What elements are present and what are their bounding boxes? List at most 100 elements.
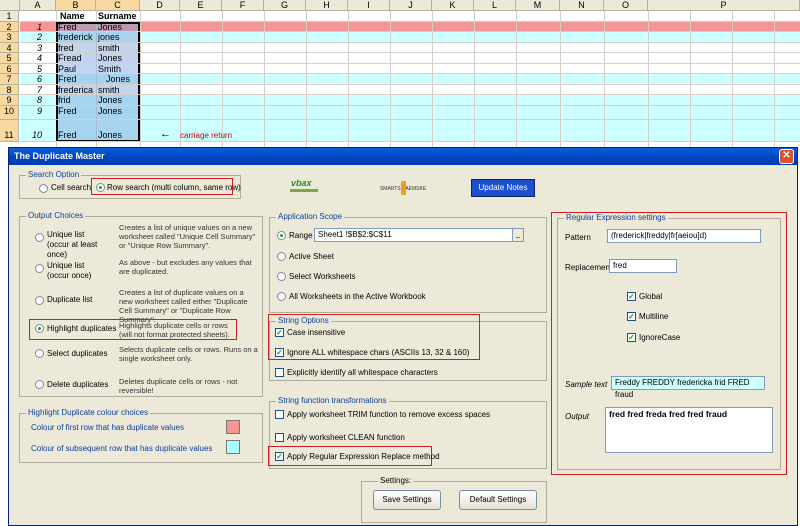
cell-b9[interactable]: frid [58, 95, 71, 105]
cell-b8[interactable]: frederica [58, 85, 93, 95]
row-header-10[interactable]: 10 [0, 106, 19, 120]
cell-a4[interactable]: 3 [20, 43, 42, 53]
cell-a9[interactable]: 8 [20, 95, 42, 105]
global-label[interactable]: Global [639, 292, 662, 302]
select-all-corner[interactable] [0, 0, 20, 11]
range-label[interactable]: Range [289, 231, 313, 241]
column-header-o[interactable]: O [604, 0, 648, 11]
update-notes-button[interactable]: Update Notes [471, 179, 535, 197]
duplicate-list-radio[interactable] [35, 296, 44, 305]
trim-checkbox[interactable] [275, 410, 284, 419]
range-input[interactable]: Sheet1 !$B$2:$C$11 [314, 228, 524, 242]
regex-apply-label[interactable]: Apply Regular Expression Replace method [287, 452, 440, 462]
cell-c11[interactable]: Jones [98, 130, 122, 140]
cell-c7[interactable]: Jones [106, 74, 130, 84]
row-search-label[interactable]: Row search (multi column, same row) [107, 183, 241, 193]
unique-list-only-radio[interactable] [35, 264, 44, 273]
duplicate-list-label[interactable]: Duplicate list [47, 295, 92, 305]
cell-c8[interactable]: smith [98, 85, 120, 95]
column-header-b[interactable]: B [56, 0, 96, 11]
sample-text-input[interactable]: Freddy FREDDY fredericka frid FRED fraud [611, 376, 765, 399]
cell-c10[interactable]: Jones [98, 106, 122, 116]
row-header-9[interactable]: 9 [0, 95, 19, 106]
row-header-2[interactable]: 2 [0, 22, 19, 32]
default-settings-button[interactable]: Default Settings [459, 490, 537, 510]
column-header-j[interactable]: J [390, 0, 432, 11]
case-insensitive-label[interactable]: Case insensitive [287, 328, 345, 338]
cell-c6[interactable]: Smith [98, 64, 121, 74]
global-checkbox[interactable]: ✓ [627, 292, 636, 301]
row-header-8[interactable]: 8 [0, 85, 19, 95]
highlight-duplicates-label[interactable]: Highlight duplicates [47, 324, 116, 334]
column-header-l[interactable]: L [474, 0, 516, 11]
row-header-6[interactable]: 6 [0, 64, 19, 74]
select-duplicates-label[interactable]: Select duplicates [47, 349, 107, 359]
column-header-n[interactable]: N [560, 0, 604, 11]
active-sheet-label[interactable]: Active Sheet [289, 252, 334, 262]
row-search-radio[interactable] [96, 183, 105, 192]
ignore-whitespace-label[interactable]: Ignore ALL whitespace chars (ASCIIs 13, … [287, 348, 469, 358]
column-header-c[interactable]: C [96, 0, 140, 11]
regex-apply-checkbox[interactable]: ✓ [275, 452, 284, 461]
column-header-f[interactable]: F [222, 0, 264, 11]
column-header-d[interactable]: D [140, 0, 180, 11]
explicit-whitespace-checkbox[interactable] [275, 368, 284, 377]
cell-a5[interactable]: 4 [20, 53, 42, 63]
cell-search-radio[interactable] [39, 184, 48, 193]
select-worksheets-radio[interactable] [277, 272, 286, 281]
clean-label[interactable]: Apply worksheet CLEAN function [287, 433, 405, 443]
cell-a6[interactable]: 5 [20, 64, 42, 74]
row-header-11[interactable]: 11 [0, 120, 19, 142]
select-worksheets-label[interactable]: Select Worksheets [289, 272, 356, 282]
cell-c5[interactable]: Jones [98, 53, 122, 63]
row-header-4[interactable]: 4 [0, 43, 19, 53]
explicit-whitespace-label[interactable]: Explicitly identify all whitespace chara… [287, 368, 438, 378]
cell-search-label[interactable]: Cell search [51, 183, 91, 193]
row-header-1[interactable]: 1 [0, 11, 19, 22]
all-worksheets-radio[interactable] [277, 292, 286, 301]
save-settings-button[interactable]: Save Settings [373, 490, 441, 510]
multiline-label[interactable]: Multiline [639, 312, 668, 322]
unique-list-only-label[interactable]: Unique list (occur once) [47, 261, 117, 281]
ignore-whitespace-checkbox[interactable]: ✓ [275, 348, 284, 357]
ignorecase-label[interactable]: IgnoreCase [639, 333, 680, 343]
cell-c3[interactable]: jones [98, 32, 120, 42]
cell-a8[interactable]: 7 [20, 85, 42, 95]
column-header-e[interactable]: E [180, 0, 222, 11]
cell-b6[interactable]: Paul [58, 64, 76, 74]
delete-duplicates-radio[interactable] [35, 380, 44, 389]
ignorecase-checkbox[interactable]: ✓ [627, 333, 636, 342]
unique-list-once-label[interactable]: Unique list (occur at least once) [47, 230, 117, 260]
close-icon[interactable]: ✕ [779, 149, 794, 164]
row-header-3[interactable]: 3 [0, 32, 19, 43]
column-header-m[interactable]: M [516, 0, 560, 11]
cell-b10[interactable]: Fred [58, 106, 77, 116]
delete-duplicates-label[interactable]: Delete duplicates [47, 380, 108, 390]
cell-a10[interactable]: 9 [20, 106, 42, 116]
column-header-p[interactable]: P [648, 0, 800, 11]
cell-c4[interactable]: smith [98, 43, 120, 53]
cell-a3[interactable]: 2 [20, 32, 42, 42]
column-header-g[interactable]: G [264, 0, 306, 11]
select-duplicates-radio[interactable] [35, 349, 44, 358]
range-radio[interactable] [277, 231, 286, 240]
subsequent-row-colour-swatch[interactable] [226, 440, 240, 454]
multiline-checkbox[interactable]: ✓ [627, 312, 636, 321]
column-header-i[interactable]: I [348, 0, 390, 11]
unique-list-once-radio[interactable] [35, 233, 44, 242]
clean-checkbox[interactable] [275, 433, 284, 442]
column-header-k[interactable]: K [432, 0, 474, 11]
active-sheet-radio[interactable] [277, 252, 286, 261]
cell-b3[interactable]: frederick [58, 32, 93, 42]
column-header-a[interactable]: A [20, 0, 56, 11]
row-header-7[interactable]: 7 [0, 74, 19, 85]
dialog-titlebar[interactable]: The Duplicate Master [9, 148, 797, 165]
cell-c9[interactable]: Jones [98, 95, 122, 105]
replacement-input[interactable]: fred [609, 259, 677, 273]
range-picker-icon[interactable]: _ [512, 229, 523, 241]
cell-b11[interactable]: Fred [58, 130, 77, 140]
row-header-5[interactable]: 5 [0, 53, 19, 64]
case-insensitive-checkbox[interactable]: ✓ [275, 328, 284, 337]
all-worksheets-label[interactable]: All Worksheets in the Active Workbook [289, 292, 426, 302]
trim-label[interactable]: Apply worksheet TRIM function to remove … [287, 410, 490, 420]
